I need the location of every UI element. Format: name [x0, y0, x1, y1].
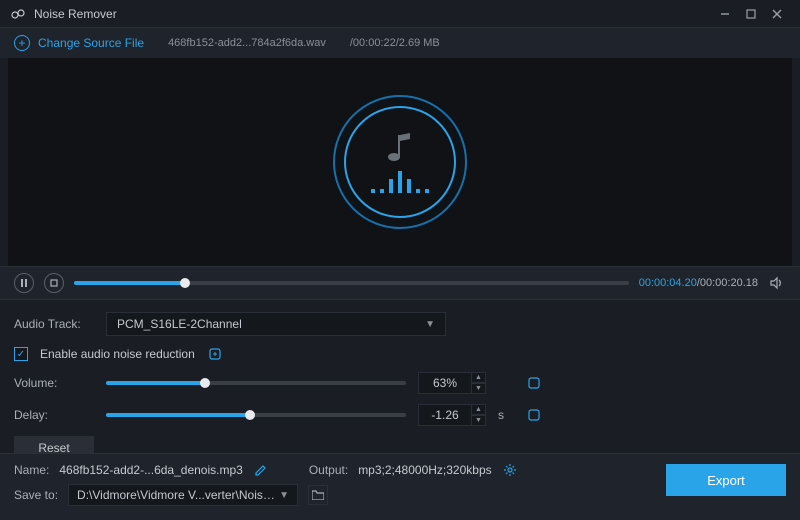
volume-icon[interactable] [768, 274, 786, 292]
delay-unit: s [498, 408, 514, 422]
pause-button[interactable] [14, 273, 34, 293]
export-button[interactable]: Export [666, 464, 786, 496]
source-meta: /00:00:22/2.69 MB [350, 37, 440, 49]
output-value: mp3;2;48000Hz;320kbps [358, 463, 491, 477]
audio-track-label: Audio Track: [14, 317, 94, 331]
close-button[interactable] [764, 1, 790, 27]
name-label: Name: [14, 463, 49, 477]
volume-slider[interactable] [106, 381, 406, 385]
current-time: 00:00:04.20 [639, 277, 697, 289]
visualizer-ring [333, 95, 467, 229]
volume-value[interactable]: 63% [418, 372, 472, 394]
audio-track-value: PCM_S16LE-2Channel [117, 317, 242, 331]
output-settings-icon[interactable] [502, 462, 518, 478]
audio-track-select[interactable]: PCM_S16LE-2Channel ▼ [106, 312, 446, 336]
controls-panel: Audio Track: PCM_S16LE-2Channel ▼ ✓ Enab… [0, 300, 800, 474]
noise-reduction-label: Enable audio noise reduction [40, 347, 195, 361]
app-logo-icon [10, 6, 26, 22]
change-source-label: Change Source File [38, 36, 144, 50]
output-label: Output: [309, 463, 348, 477]
music-note-icon [386, 131, 414, 163]
delay-reset-icon[interactable] [526, 407, 542, 423]
name-value: 468fb152-add2-...6da_denois.mp3 [59, 463, 242, 477]
seek-slider[interactable] [74, 281, 629, 285]
stop-button[interactable] [44, 273, 64, 293]
chevron-down-icon: ▼ [279, 490, 289, 501]
transport-bar: 00:00:04.20/00:00:20.18 [0, 266, 800, 300]
save-path-select[interactable]: D:\Vidmore\Vidmore V...verter\Noise Remo… [68, 484, 298, 506]
delay-value[interactable]: -1.26 [418, 404, 472, 426]
footer: Export Name: 468fb152-add2-...6da_denois… [0, 453, 800, 520]
minimize-button[interactable] [712, 1, 738, 27]
maximize-button[interactable] [738, 1, 764, 27]
plus-icon: + [14, 35, 30, 51]
total-time: /00:00:20.18 [697, 277, 758, 289]
audio-preview [8, 58, 792, 266]
volume-reset-icon[interactable] [526, 375, 542, 391]
chevron-down-icon: ▼ [425, 319, 435, 330]
save-to-label: Save to: [14, 488, 58, 502]
source-filename: 468fb152-add2...784a2f6da.wav [168, 37, 326, 49]
titlebar: Noise Remover [0, 0, 800, 28]
edit-name-icon[interactable] [253, 462, 269, 478]
source-toolbar: + Change Source File 468fb152-add2...784… [0, 28, 800, 58]
timecode: 00:00:04.20/00:00:20.18 [639, 277, 758, 289]
delay-label: Delay: [14, 408, 94, 422]
open-folder-button[interactable] [308, 485, 328, 505]
volume-stepper[interactable]: ▲▼ [472, 372, 486, 394]
volume-label: Volume: [14, 376, 94, 390]
window-title: Noise Remover [34, 7, 117, 21]
delay-stepper[interactable]: ▲▼ [472, 404, 486, 426]
save-path-value: D:\Vidmore\Vidmore V...verter\Noise Remo… [77, 488, 279, 502]
equalizer-icon [371, 171, 429, 193]
change-source-button[interactable]: + Change Source File [14, 35, 144, 51]
noise-reduction-settings-icon[interactable] [207, 346, 223, 362]
delay-slider[interactable] [106, 413, 406, 417]
noise-reduction-checkbox[interactable]: ✓ [14, 347, 28, 361]
